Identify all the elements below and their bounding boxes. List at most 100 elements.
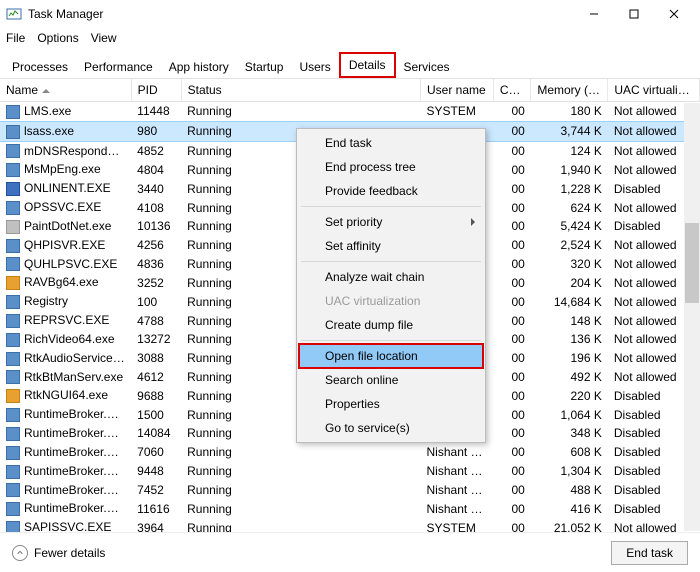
ctx-search-online[interactable]: Search online <box>299 368 483 392</box>
process-icon <box>6 465 20 479</box>
cell-name: SAPISSVC.EXE <box>0 518 131 533</box>
table-row[interactable]: SAPISSVC.EXE3964RunningSYSTEM0021,052 KN… <box>0 518 700 533</box>
window-title: Task Manager <box>28 7 574 21</box>
cell-mem: 1,940 K <box>531 160 608 179</box>
cell-mem: 488 K <box>531 481 608 500</box>
cell-mem: 492 K <box>531 368 608 387</box>
col-uac[interactable]: UAC virtualizat... <box>608 79 700 102</box>
cell-mem: 1,228 K <box>531 179 608 198</box>
cell-pid: 100 <box>131 292 181 311</box>
process-icon <box>6 239 20 253</box>
cell-cpu: 00 <box>493 443 530 462</box>
tab-app-history[interactable]: App history <box>161 56 237 78</box>
col-user[interactable]: User name <box>421 79 494 102</box>
cell-status: Running <box>181 443 420 462</box>
cell-name: RuntimeBroker.exe <box>0 405 131 424</box>
process-icon <box>6 220 20 234</box>
table-row[interactable]: RuntimeBroker.exe11616RunningNishant G..… <box>0 499 700 518</box>
ctx-end-task[interactable]: End task <box>299 131 483 155</box>
cell-pid: 11448 <box>131 102 181 122</box>
cell-cpu: 00 <box>493 424 530 443</box>
ctx-set-affinity[interactable]: Set affinity <box>299 234 483 258</box>
cell-mem: 2,524 K <box>531 236 608 255</box>
minimize-button[interactable] <box>574 2 614 26</box>
ctx-go-to-services[interactable]: Go to service(s) <box>299 416 483 440</box>
cell-user: SYSTEM <box>421 518 494 533</box>
table-row[interactable]: LMS.exe11448RunningSYSTEM00180 KNot allo… <box>0 102 700 122</box>
cell-cpu: 00 <box>493 311 530 330</box>
cell-status: Running <box>181 102 420 122</box>
cell-pid: 4836 <box>131 255 181 274</box>
chevron-right-icon <box>471 218 475 226</box>
cell-cpu: 00 <box>493 481 530 500</box>
ctx-create-dump-file[interactable]: Create dump file <box>299 313 483 337</box>
cell-name: LMS.exe <box>0 102 131 122</box>
menu-view[interactable]: View <box>91 31 117 45</box>
maximize-button[interactable] <box>614 2 654 26</box>
process-icon <box>6 163 20 177</box>
ctx-analyze-wait-chain[interactable]: Analyze wait chain <box>299 265 483 289</box>
tab-startup[interactable]: Startup <box>237 56 292 78</box>
cell-mem: 220 K <box>531 386 608 405</box>
cell-mem: 196 K <box>531 349 608 368</box>
tab-processes[interactable]: Processes <box>4 56 76 78</box>
cell-name: lsass.exe <box>0 121 131 141</box>
cell-mem: 320 K <box>531 255 608 274</box>
ctx-open-file-location[interactable]: Open file location <box>299 344 483 368</box>
cell-mem: 14,684 K <box>531 292 608 311</box>
tab-services[interactable]: Services <box>396 56 458 78</box>
process-icon <box>6 483 20 497</box>
table-row[interactable]: RuntimeBroker.exe7452RunningNishant G...… <box>0 481 700 500</box>
cell-cpu: 00 <box>493 121 530 141</box>
cell-pid: 4612 <box>131 368 181 387</box>
col-name[interactable]: Name <box>0 79 131 102</box>
menu-options[interactable]: Options <box>37 31 78 45</box>
cell-pid: 4804 <box>131 160 181 179</box>
close-button[interactable] <box>654 2 694 26</box>
cell-pid: 7452 <box>131 481 181 500</box>
table-row[interactable]: RuntimeBroker.exe9448RunningNishant G...… <box>0 462 700 481</box>
tab-performance[interactable]: Performance <box>76 56 161 78</box>
cell-name: QHPISVR.EXE <box>0 236 131 255</box>
col-status[interactable]: Status <box>181 79 420 102</box>
cell-cpu: 00 <box>493 198 530 217</box>
cell-pid: 10136 <box>131 217 181 236</box>
cell-mem: 1,064 K <box>531 405 608 424</box>
cell-pid: 3440 <box>131 179 181 198</box>
cell-name: RtkNGUI64.exe <box>0 386 131 405</box>
end-task-button[interactable]: End task <box>611 541 688 565</box>
process-icon <box>6 370 20 384</box>
col-mem[interactable]: Memory (a... <box>531 79 608 102</box>
cell-pid: 1500 <box>131 405 181 424</box>
cell-user: Nishant G... <box>421 481 494 500</box>
ctx-properties[interactable]: Properties <box>299 392 483 416</box>
cell-name: RuntimeBroker.exe <box>0 462 131 481</box>
cell-pid: 980 <box>131 121 181 141</box>
cell-mem: 3,744 K <box>531 121 608 141</box>
ctx-end-process-tree[interactable]: End process tree <box>299 155 483 179</box>
ctx-provide-feedback[interactable]: Provide feedback <box>299 179 483 203</box>
menu-file[interactable]: File <box>6 31 25 45</box>
cell-cpu: 00 <box>493 499 530 518</box>
cell-cpu: 00 <box>493 160 530 179</box>
cell-user: Nishant G... <box>421 499 494 518</box>
col-cpu[interactable]: CPU <box>493 79 530 102</box>
process-icon <box>6 201 20 215</box>
cell-cpu: 00 <box>493 255 530 274</box>
cell-cpu: 00 <box>493 386 530 405</box>
ctx-set-priority[interactable]: Set priority <box>299 210 483 234</box>
cell-name: RAVBg64.exe <box>0 273 131 292</box>
cell-name: RtkBtManServ.exe <box>0 368 131 387</box>
scroll-thumb[interactable] <box>685 223 699 303</box>
scrollbar[interactable] <box>684 103 700 531</box>
cell-cpu: 00 <box>493 141 530 160</box>
table-row[interactable]: RuntimeBroker.exe7060RunningNishant G...… <box>0 443 700 462</box>
col-pid[interactable]: PID <box>131 79 181 102</box>
cell-pid: 3252 <box>131 273 181 292</box>
cell-mem: 21,052 K <box>531 518 608 533</box>
cell-mem: 348 K <box>531 424 608 443</box>
tab-details[interactable]: Details <box>339 52 396 78</box>
tab-users[interactable]: Users <box>291 56 338 78</box>
cell-user: Nishant G... <box>421 443 494 462</box>
fewer-details-toggle[interactable]: Fewer details <box>12 545 105 561</box>
